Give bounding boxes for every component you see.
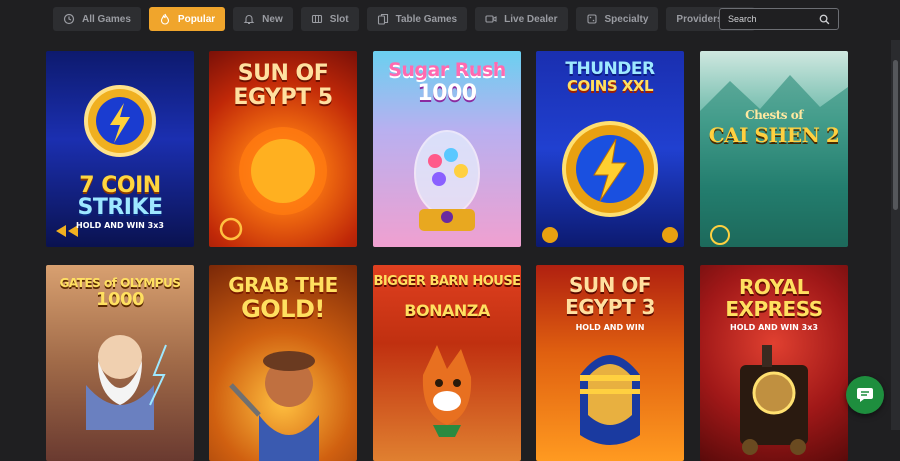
game-tile-gates-of-olympus-1000[interactable]: GATES of OLYMPUS 1000 bbox=[46, 265, 194, 461]
game-title: SUN OF bbox=[237, 61, 329, 86]
scrollbar[interactable] bbox=[891, 40, 900, 430]
game-subtitle: HOLD AND WIN bbox=[575, 323, 645, 332]
game-title: EXPRESS bbox=[725, 297, 823, 321]
game-tile-grab-the-gold[interactable]: GRAB THE GOLD! bbox=[209, 265, 357, 461]
game-title: THUNDER bbox=[565, 59, 655, 79]
game-tile-thunder-coins-xxl[interactable]: THUNDER COINS XXL bbox=[536, 51, 684, 247]
game-grid: 7 COIN STRIKE HOLD AND WIN 3x3 SUN OF EG… bbox=[0, 0, 900, 461]
game-tile-chests-of-cai-shen-2[interactable]: Chests of CAI SHEN 2 bbox=[700, 51, 848, 247]
game-title: 7 COIN bbox=[79, 173, 161, 198]
game-tile-coin-strike[interactable]: 7 COIN STRIKE HOLD AND WIN 3x3 bbox=[46, 51, 194, 247]
game-tile-bigger-barn-house-bonanza[interactable]: BIGGER BARN HOUSE BONANZA bbox=[373, 265, 521, 461]
game-subtitle: HOLD AND WIN 3x3 bbox=[76, 221, 164, 230]
game-tile-sugar-rush-1000[interactable]: Sugar Rush 1000 bbox=[373, 51, 521, 247]
game-tile-royal-express[interactable]: ROYAL EXPRESS HOLD AND WIN 3x3 bbox=[700, 265, 848, 461]
game-subtitle: HOLD AND WIN 3x3 bbox=[730, 323, 818, 332]
scrollbar-thumb[interactable] bbox=[893, 60, 898, 210]
game-title: GRAB THE bbox=[228, 273, 338, 297]
game-title: CAI SHEN 2 bbox=[708, 123, 840, 147]
game-title: 1000 bbox=[95, 289, 145, 310]
game-tile-sun-of-egypt-5[interactable]: SUN OF EGYPT 5 bbox=[209, 51, 357, 247]
game-title: EGYPT 3 bbox=[565, 295, 655, 319]
game-artwork bbox=[700, 75, 848, 247]
game-title: BONANZA bbox=[404, 301, 490, 320]
game-title: Sugar Rush bbox=[388, 59, 506, 81]
game-title: ROYAL bbox=[739, 275, 809, 299]
game-title: EGYPT 5 bbox=[233, 85, 333, 110]
game-title: SUN OF bbox=[568, 273, 652, 297]
game-title: Chests of bbox=[745, 108, 803, 122]
game-title: COINS XXL bbox=[566, 77, 654, 95]
game-tile-sun-of-egypt-3[interactable]: SUN OF EGYPT 3 HOLD AND WIN bbox=[536, 265, 684, 461]
game-title: 1000 bbox=[417, 81, 477, 106]
game-title: GOLD! bbox=[241, 295, 325, 323]
game-title: GATES of OLYMPUS bbox=[59, 276, 181, 290]
game-title: BIGGER BARN HOUSE bbox=[373, 274, 521, 289]
game-artwork bbox=[422, 345, 472, 437]
chat-bubble-icon bbox=[857, 388, 873, 402]
game-title: STRIKE bbox=[77, 195, 163, 220]
chat-button[interactable] bbox=[846, 376, 884, 414]
